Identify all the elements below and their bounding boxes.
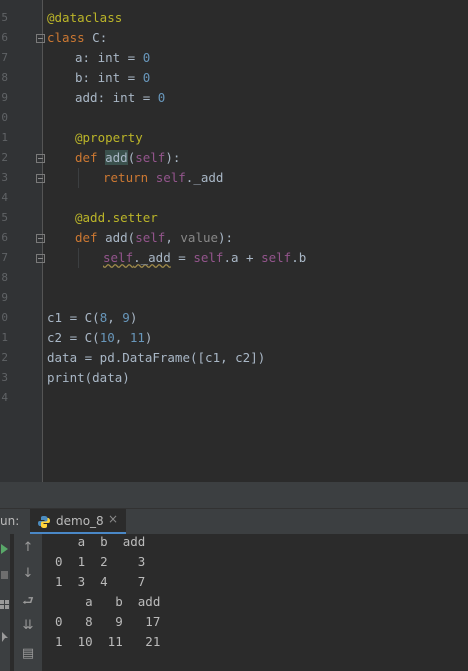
line-number: 7 [1, 251, 8, 264]
line-number: 2 [1, 151, 8, 164]
fold-end-icon[interactable] [36, 254, 45, 263]
line-number: 6 [1, 231, 8, 244]
line-number: 4 [1, 391, 8, 404]
line-number: 7 [1, 51, 8, 64]
code-line: add: int = 0 [75, 90, 166, 105]
soft-wrap-icon[interactable]: ⮐ [20, 594, 36, 610]
code-editor[interactable]: 5 6 7 8 9 0 1 2 3 4 5 6 7 8 9 0 1 2 3 4 … [0, 0, 468, 482]
fold-class-icon[interactable] [36, 34, 45, 43]
close-icon[interactable]: × [108, 512, 118, 526]
console-output[interactable]: ↑ ↓ ⮐ ⇊ ▤ a b add 0 1 2 3 1 3 4 7 a b ad… [0, 534, 468, 671]
code-line: @property [75, 130, 143, 145]
indent-guide [78, 168, 79, 188]
line-number: 5 [1, 211, 8, 224]
line-number: 1 [1, 331, 8, 344]
run-tab-label: demo_8 [56, 514, 104, 528]
line-number: 2 [1, 351, 8, 364]
console-tool-strip: ↑ ↓ ⮐ ⇊ ▤ [14, 534, 42, 671]
line-number: 5 [1, 11, 8, 24]
line-number: 9 [1, 91, 8, 104]
code-line: @dataclass [47, 10, 123, 25]
run-tool-strip [0, 534, 10, 671]
code-line: @add.setter [75, 210, 158, 225]
line-number: 1 [1, 131, 8, 144]
code-line: c2 = C(10, 11) [47, 330, 153, 345]
run-icon[interactable] [0, 542, 10, 556]
scroll-to-end-icon[interactable]: ⇊ [20, 618, 36, 634]
console-line: 1 10 11 21 [55, 634, 161, 649]
line-number: 9 [1, 291, 8, 304]
line-number: 8 [1, 71, 8, 84]
code-line: self._add = self.a + self.b [103, 250, 307, 265]
console-line: 0 8 9 17 [55, 614, 161, 629]
down-arrow-icon[interactable]: ↓ [20, 566, 36, 582]
code-line: data = pd.DataFrame([c1, c2]) [47, 350, 266, 365]
fold-def-icon[interactable] [36, 154, 45, 163]
line-number: 0 [1, 311, 8, 324]
run-tab-demo[interactable]: demo_8 × [30, 509, 126, 534]
code-line: def add(self, value): [75, 230, 234, 245]
code-line: a: int = 0 [75, 50, 151, 65]
code-line: return self._add [103, 170, 224, 185]
code-line: c1 = C(8, 9) [47, 310, 138, 325]
code-line: print(data) [47, 370, 130, 385]
fold-end-icon[interactable] [36, 174, 45, 183]
layout-icon[interactable] [0, 598, 10, 612]
line-number: 0 [1, 111, 8, 124]
indent-guide [78, 248, 79, 268]
line-number: 6 [1, 31, 8, 44]
up-arrow-icon[interactable]: ↑ [20, 540, 36, 556]
print-icon[interactable]: ▤ [20, 646, 36, 662]
pin-icon[interactable] [0, 630, 10, 644]
console-line: 0 1 2 3 [55, 554, 146, 569]
panel-divider[interactable] [0, 482, 468, 508]
line-number: 3 [1, 171, 8, 184]
line-number: 3 [1, 371, 8, 384]
stop-icon[interactable] [0, 568, 10, 582]
python-icon [38, 516, 50, 528]
line-number: 4 [1, 191, 8, 204]
code-line: class C: [47, 30, 108, 45]
run-toolbar: un: demo_8 × [0, 508, 468, 534]
fold-def-icon[interactable] [36, 234, 45, 243]
run-label: un: [0, 514, 20, 528]
code-line: b: int = 0 [75, 70, 151, 85]
code-line: def add(self): [75, 150, 181, 165]
console-line: a b add [55, 534, 146, 549]
console-line: a b add [55, 594, 161, 609]
console-line: 1 3 4 7 [55, 574, 146, 589]
line-number: 8 [1, 271, 8, 284]
